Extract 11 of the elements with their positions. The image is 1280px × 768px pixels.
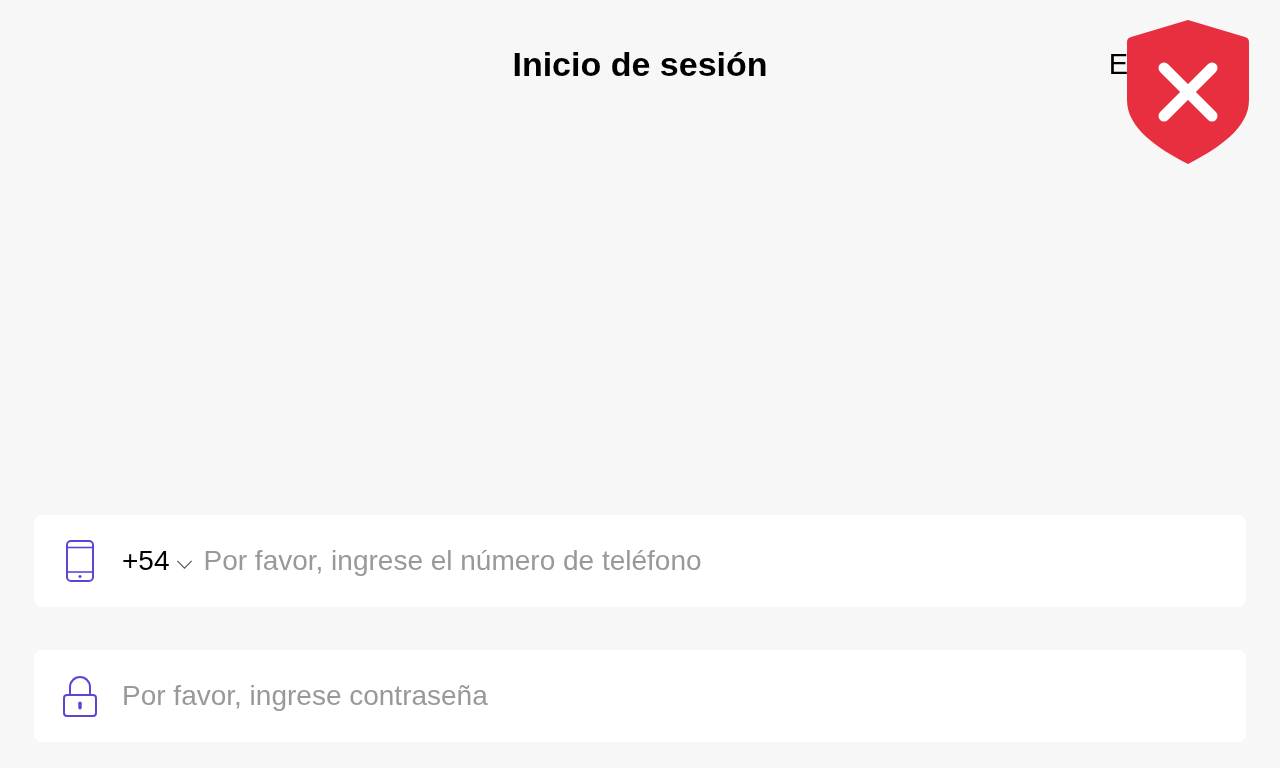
phone-number-input[interactable]: Por favor, ingrese el número de teléfono — [203, 541, 1222, 581]
phone-field[interactable]: +54 Por favor, ingrese el número de teléfono — [34, 515, 1246, 607]
phone-icon — [66, 540, 94, 582]
lock-icon — [63, 675, 97, 717]
chevron-down-icon — [175, 559, 193, 569]
password-field[interactable]: Por favor, ingrese contraseña — [34, 650, 1246, 742]
page-title: Inicio de sesión — [512, 43, 768, 85]
password-input[interactable]: Por favor, ingrese contraseña — [122, 676, 1222, 716]
shield-cross-icon — [1127, 20, 1249, 164]
language-link[interactable]: E — [1108, 46, 1128, 82]
country-code-select[interactable]: +54 — [122, 545, 193, 577]
